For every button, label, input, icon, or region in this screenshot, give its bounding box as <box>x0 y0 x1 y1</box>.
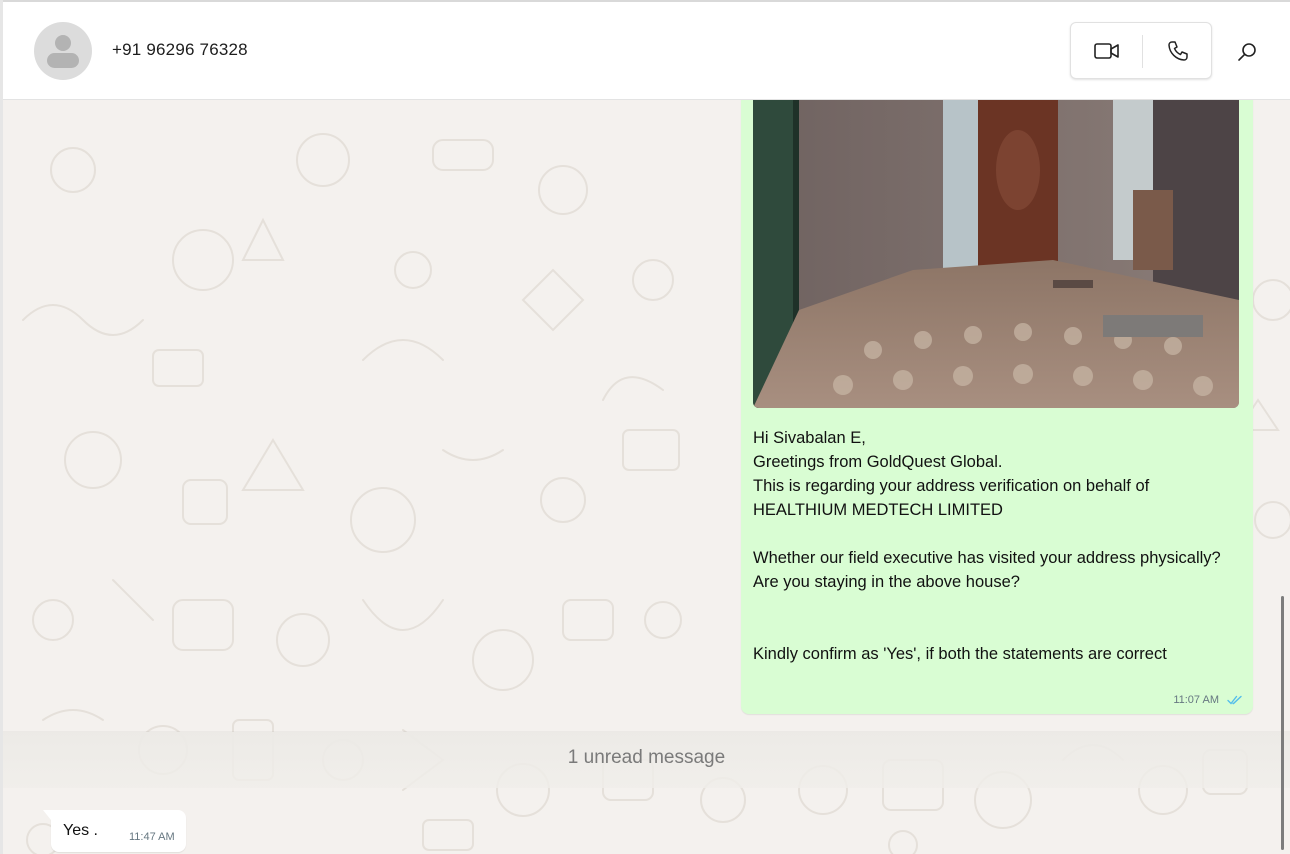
incoming-message-time: 11:47 AM <box>129 831 175 843</box>
contact-name[interactable]: +91 96296 76328 <box>112 40 248 60</box>
chat-header: +91 96296 76328 <box>3 2 1290 100</box>
chat-area[interactable]: Hi Sivabalan E, Greetings from GoldQuest… <box>3 100 1290 854</box>
message-photo-house-entrance[interactable] <box>753 100 1239 408</box>
outgoing-message-time: 11:07 AM <box>1173 694 1219 706</box>
video-camera-icon <box>1093 42 1119 59</box>
bubble-tail <box>43 810 51 820</box>
unread-messages-divider: 1 unread message <box>3 732 1290 788</box>
incoming-message-text[interactable]: Yes . <box>63 822 98 840</box>
unread-messages-label: 1 unread message <box>567 747 726 768</box>
chat-scrollbar[interactable] <box>1281 596 1284 850</box>
outgoing-message-text[interactable]: Hi Sivabalan E, Greetings from GoldQuest… <box>753 426 1233 666</box>
contact-avatar[interactable] <box>34 22 92 80</box>
call-buttons-group <box>1070 22 1212 79</box>
read-receipt-double-check-icon <box>1227 695 1242 705</box>
outgoing-message-bubble[interactable]: Hi Sivabalan E, Greetings from GoldQuest… <box>741 100 1253 714</box>
video-call-button[interactable] <box>1071 23 1142 78</box>
incoming-message-bubble[interactable]: Yes . 11:47 AM <box>43 810 186 852</box>
phone-icon <box>1168 40 1188 61</box>
search-button[interactable] <box>1233 38 1261 66</box>
search-icon <box>1238 43 1256 61</box>
avatar-body-shape <box>47 53 79 68</box>
avatar-head-shape <box>55 35 71 51</box>
voice-call-button[interactable] <box>1143 23 1213 78</box>
